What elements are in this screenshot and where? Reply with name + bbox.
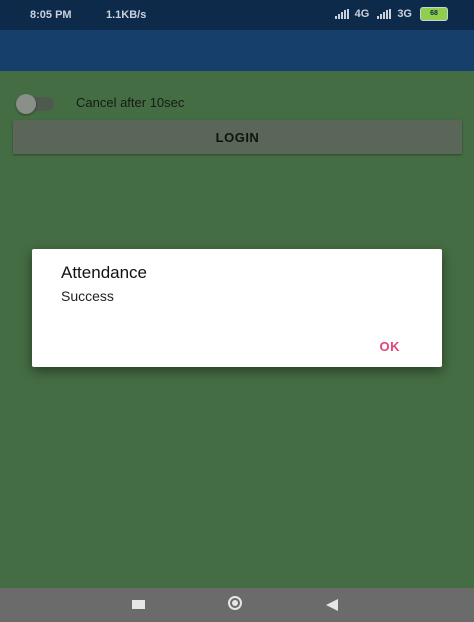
- signal-icon-2: [377, 9, 392, 19]
- signal-icon: [334, 9, 349, 19]
- status-icons: 4G 3G 68: [334, 7, 448, 21]
- network-type-1: 4G: [354, 8, 370, 20]
- status-bar: 8:05 PM 1.1KB/s 4G 3G 68: [0, 0, 474, 30]
- network-type-2: 3G: [397, 8, 412, 20]
- home-icon[interactable]: [228, 596, 242, 610]
- dialog-title: Attendance: [61, 263, 148, 282]
- toggle-thumb: [16, 94, 36, 114]
- ok-button[interactable]: OK: [380, 339, 401, 354]
- dialog-message: Success: [61, 288, 114, 304]
- login-button[interactable]: LOGIN: [13, 120, 462, 154]
- toggle-label: Cancel after 10sec: [76, 95, 185, 110]
- app-bar: [0, 30, 474, 71]
- alert-dialog: Attendance Success OK: [32, 249, 442, 367]
- cancel-toggle[interactable]: [16, 94, 54, 114]
- battery-icon: 68: [420, 7, 448, 21]
- network-speed: 1.1KB/s: [106, 9, 147, 21]
- status-time: 8:05 PM: [30, 9, 72, 21]
- recent-apps-icon[interactable]: [132, 600, 145, 609]
- back-icon[interactable]: [326, 599, 338, 611]
- navigation-bar: [0, 588, 474, 622]
